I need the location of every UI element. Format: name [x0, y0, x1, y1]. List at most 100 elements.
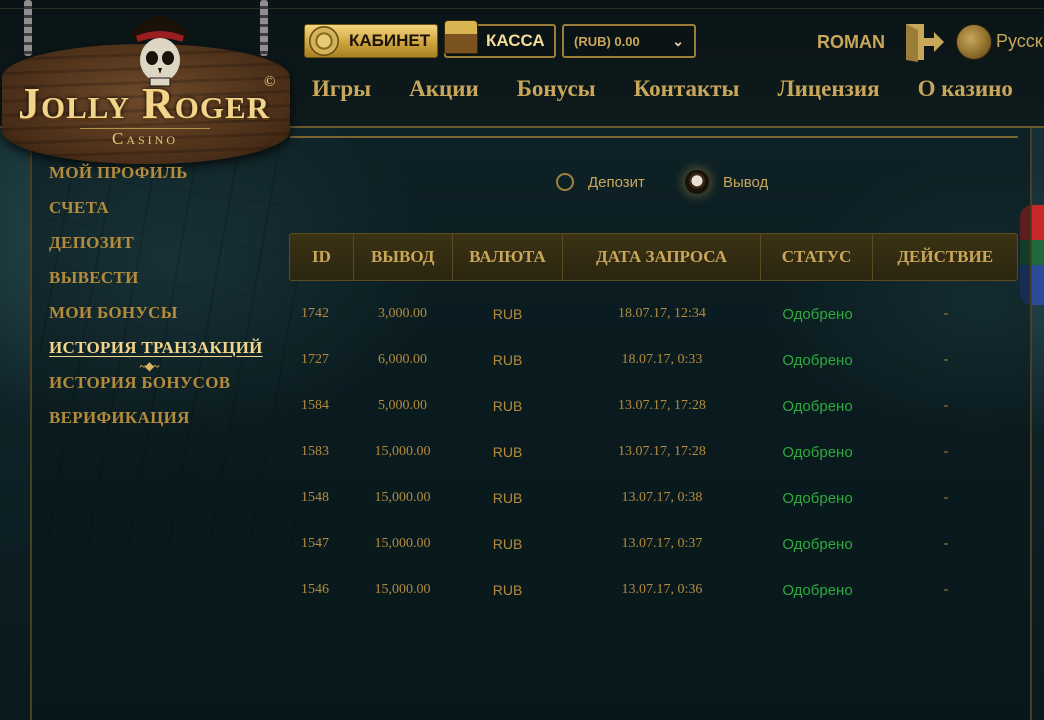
cell-currency: RUB [492, 352, 523, 368]
cell-status: Одобрено [782, 489, 853, 507]
table-row: 1546 15,000.00 RUB 13.07.17, 0:36 Одобре… [289, 567, 1018, 613]
header-underline [290, 126, 1018, 138]
kassa-button-label: КАССА [486, 31, 545, 50]
sidebar-item-withdraw[interactable]: ВЫВЕСТИ [49, 267, 263, 302]
radio-withdraw[interactable]: Вывод [684, 170, 769, 194]
balance-value: (RUB) 0.00 [574, 33, 640, 49]
username[interactable]: ROMAN [817, 32, 885, 53]
copyright-mark: © [264, 74, 276, 90]
coin-icon [309, 26, 339, 56]
sidebar-item-profile[interactable]: МОЙ ПРОФИЛЬ [49, 162, 263, 197]
column-header-currency: ВАЛЮТА [453, 234, 564, 280]
logo-title: Jolly Roger [17, 79, 271, 128]
column-header-date: ДАТА ЗАПРОСА [563, 234, 761, 280]
nav-item-bonuses[interactable]: Бонусы [517, 76, 596, 102]
cell-status: Одобрено [782, 397, 853, 415]
cell-date: 13.07.17, 17:28 [618, 398, 706, 413]
chain-right [260, 0, 268, 56]
nav-item-promotions[interactable]: Акции [409, 76, 479, 102]
logo-subtitle: Casino [80, 128, 210, 149]
cell-amount: 15,000.00 [374, 582, 431, 597]
radio-deposit-label: Депозит [588, 173, 645, 191]
transaction-type-filter: Депозит Вывод [556, 170, 808, 194]
cabinet-button[interactable]: КАБИНЕТ [304, 24, 438, 58]
table-body: 1742 3,000.00 RUB 18.07.17, 12:34 Одобре… [289, 291, 1018, 613]
cell-action: - [943, 536, 949, 551]
sidebar-item-bonus-history[interactable]: ИСТОРИЯ БОНУСОВ [49, 372, 263, 407]
cell-action: - [943, 306, 949, 321]
cell-status: Одобрено [782, 305, 853, 323]
nav-item-contacts[interactable]: Контакты [634, 76, 740, 102]
main-nav: Игры Акции Бонусы Контакты Лицензия О ка… [312, 76, 1013, 102]
cell-date: 13.07.17, 0:36 [621, 582, 703, 597]
cell-action: - [943, 490, 949, 505]
logo[interactable]: Jolly Roger © Casino [0, 0, 292, 168]
column-header-status: СТАТУС [761, 234, 874, 280]
cell-date: 13.07.17, 0:37 [621, 536, 703, 551]
cell-currency: RUB [492, 582, 523, 598]
table-row: 1584 5,000.00 RUB 13.07.17, 17:28 Одобре… [289, 383, 1018, 429]
kassa-button[interactable]: КАССА [444, 20, 556, 58]
cell-amount: 3,000.00 [378, 306, 427, 321]
sidebar-item-accounts[interactable]: СЧЕТА [49, 197, 263, 232]
cell-date: 18.07.17, 12:34 [618, 306, 706, 321]
sidebar-item-verification[interactable]: ВЕРИФИКАЦИЯ [49, 407, 263, 442]
sidebar-item-deposit[interactable]: ДЕПОЗИТ [49, 232, 263, 267]
cell-currency: RUB [492, 536, 523, 552]
table-row: 1742 3,000.00 RUB 18.07.17, 12:34 Одобре… [289, 291, 1018, 337]
active-flourish-decoration: ~◆~ [139, 359, 160, 373]
cell-currency: RUB [492, 444, 523, 460]
cell-currency: RUB [492, 398, 523, 414]
cell-date: 13.07.17, 0:38 [621, 490, 703, 505]
balance-dropdown[interactable]: (RUB) 0.00 ⌄ [562, 24, 696, 58]
table-header: ID ВЫВОД ВАЛЮТА ДАТА ЗАПРОСА СТАТУС ДЕЙС… [289, 233, 1018, 281]
radio-withdraw-label: Вывод [722, 173, 769, 191]
cell-status: Одобрено [782, 351, 853, 369]
cell-action: - [943, 398, 949, 413]
account-sidebar: МОЙ ПРОФИЛЬ СЧЕТА ДЕПОЗИТ ВЫВЕСТИ МОИ БО… [49, 162, 263, 442]
cell-id: 1548 [301, 490, 329, 505]
cell-amount: 15,000.00 [374, 490, 431, 505]
cell-currency: RUB [492, 306, 523, 322]
globe-icon[interactable] [956, 24, 992, 60]
cell-id: 1742 [301, 306, 329, 321]
table-row: 1727 6,000.00 RUB 18.07.17, 0:33 Одобрен… [289, 337, 1018, 383]
column-header-id: ID [290, 234, 354, 280]
transactions-table: ID ВЫВОД ВАЛЮТА ДАТА ЗАПРОСА СТАТУС ДЕЙС… [289, 233, 1018, 613]
cell-amount: 6,000.00 [378, 352, 427, 367]
logout-icon[interactable] [904, 22, 946, 62]
nav-item-games[interactable]: Игры [312, 76, 371, 102]
cell-amount: 5,000.00 [378, 398, 427, 413]
chevron-down-icon: ⌄ [672, 32, 684, 49]
cell-action: - [943, 444, 949, 459]
sidebar-item-transaction-history[interactable]: ИСТОРИЯ ТРАНЗАКЦИЙ ~◆~ [49, 337, 263, 373]
table-row: 1583 15,000.00 RUB 13.07.17, 17:28 Одобр… [289, 429, 1018, 475]
column-header-amount: ВЫВОД [354, 234, 453, 280]
cell-action: - [943, 582, 949, 597]
cell-id: 1727 [301, 352, 329, 367]
cell-status: Одобрено [782, 581, 853, 599]
sidebar-item-my-bonuses[interactable]: МОИ БОНУСЫ [49, 302, 263, 337]
nav-item-license[interactable]: Лицензия [778, 76, 880, 102]
nav-item-about[interactable]: О казино [918, 76, 1013, 102]
language-selector[interactable]: Русск [996, 31, 1043, 52]
treasure-chest-icon [444, 20, 478, 54]
cabinet-button-label: КАБИНЕТ [349, 31, 431, 50]
chain-left [24, 0, 32, 56]
cell-id: 1584 [301, 398, 329, 413]
column-header-action: ДЕЙСТВИЕ [897, 247, 994, 266]
cell-action: - [943, 352, 949, 367]
cell-currency: RUB [492, 490, 523, 506]
radio-unchecked-icon [556, 173, 574, 191]
cell-date: 13.07.17, 17:28 [618, 444, 706, 459]
table-row: 1547 15,000.00 RUB 13.07.17, 0:37 Одобре… [289, 521, 1018, 567]
cell-amount: 15,000.00 [374, 536, 431, 551]
skull-radio-checked-icon [684, 170, 709, 194]
cell-date: 18.07.17, 0:33 [621, 352, 703, 367]
cell-status: Одобрено [782, 443, 853, 461]
radio-deposit[interactable]: Депозит [556, 173, 645, 191]
cell-amount: 15,000.00 [374, 444, 431, 459]
cell-status: Одобрено [782, 535, 853, 553]
cell-id: 1546 [301, 582, 329, 597]
cell-id: 1583 [301, 444, 329, 459]
